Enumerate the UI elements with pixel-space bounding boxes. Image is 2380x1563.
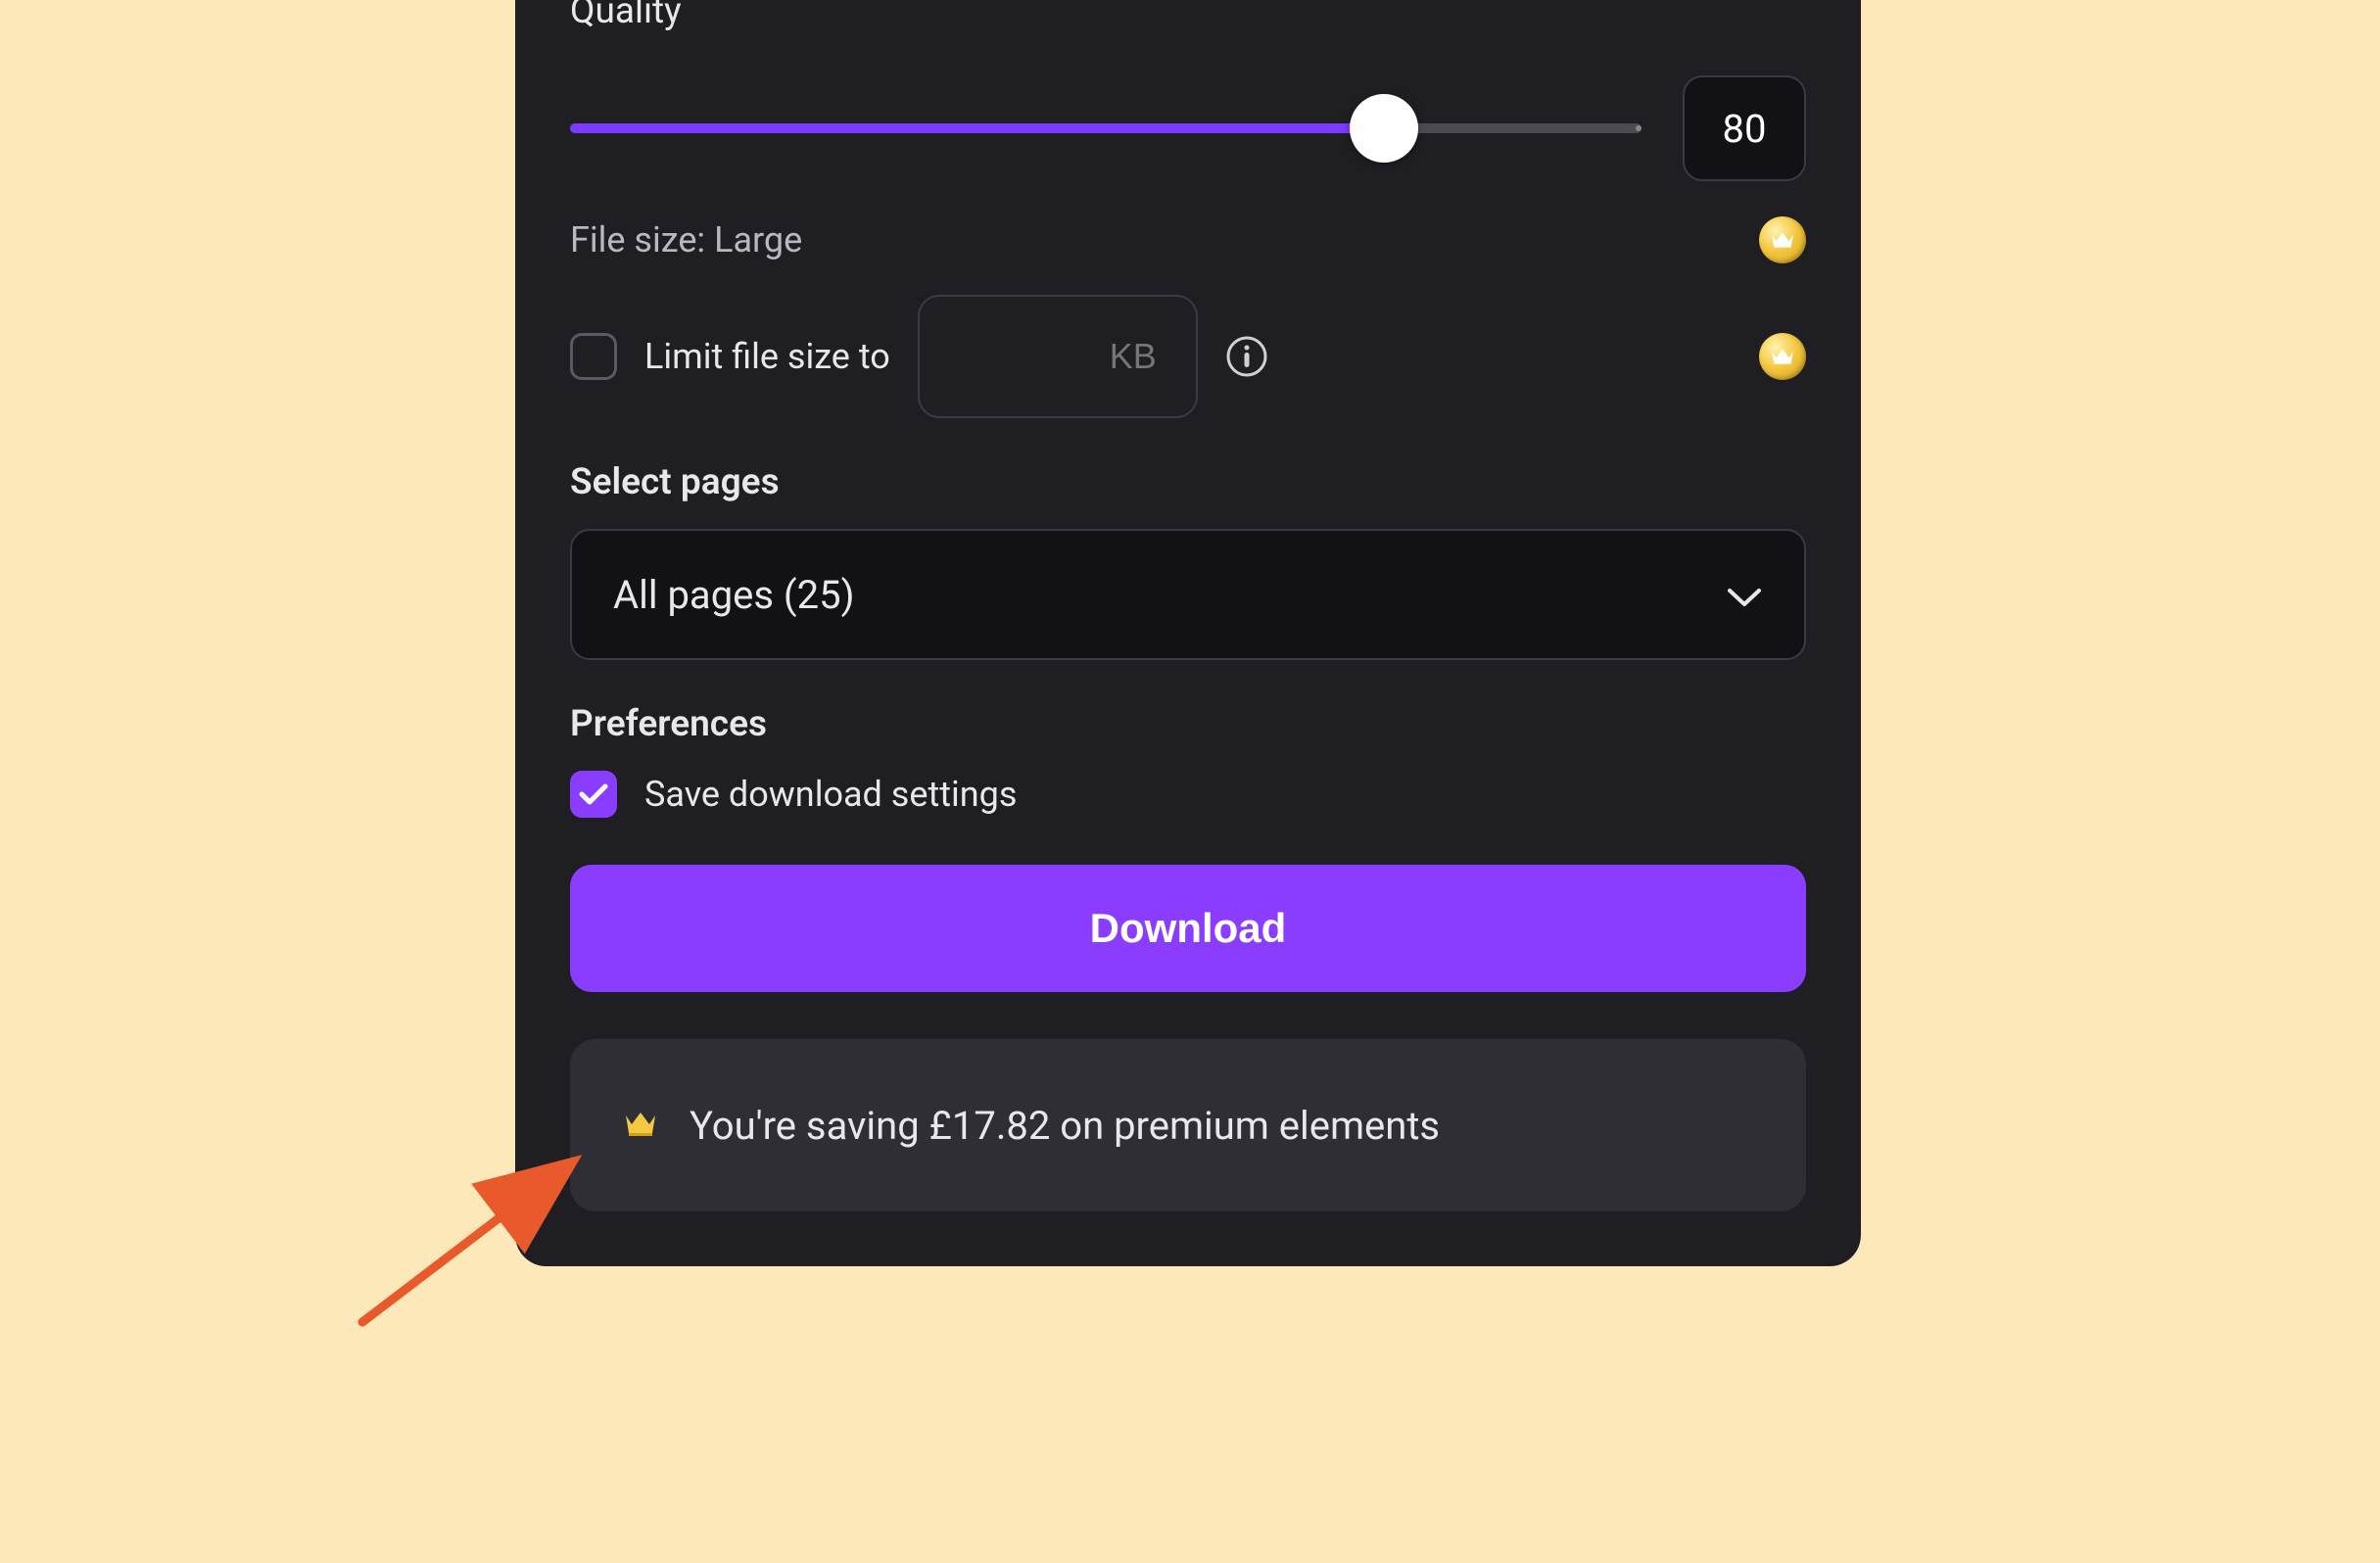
slider-thumb[interactable] [1350, 94, 1418, 163]
crown-icon [1759, 333, 1806, 380]
slider-end-dot [1636, 125, 1642, 131]
info-icon[interactable] [1225, 335, 1268, 378]
limit-file-size-row: Limit file size to [570, 295, 1806, 418]
save-settings-label: Save download settings [644, 774, 1017, 815]
download-button[interactable]: Download [570, 865, 1806, 992]
quality-label: Quality [570, 0, 1806, 32]
preferences-label: Preferences [570, 703, 1806, 745]
save-settings-checkbox[interactable] [570, 771, 617, 818]
limit-file-size-label: Limit file size to [644, 336, 890, 377]
crown-icon [623, 1110, 658, 1141]
limit-file-size-input[interactable] [918, 295, 1198, 418]
select-pages-value: All pages (25) [613, 572, 855, 618]
file-size-row: File size: Large [570, 216, 1806, 263]
slider-fill [570, 123, 1384, 133]
savings-text: You're saving £17.82 on premium elements [690, 1103, 1440, 1149]
download-panel: Quality 80 File size: Large Limit file s… [515, 0, 1861, 1266]
limit-left: Limit file size to [570, 295, 1268, 418]
limit-file-size-checkbox[interactable] [570, 333, 617, 380]
select-pages-label: Select pages [570, 461, 1806, 503]
quality-value-input[interactable]: 80 [1683, 75, 1806, 181]
quality-slider[interactable] [570, 94, 1642, 163]
select-pages-dropdown[interactable]: All pages (25) [570, 529, 1806, 660]
crown-icon [1759, 216, 1806, 263]
save-settings-row: Save download settings [570, 771, 1806, 818]
quality-row: 80 [570, 75, 1806, 181]
savings-card: You're saving £17.82 on premium elements [570, 1039, 1806, 1211]
chevron-down-icon [1726, 572, 1763, 618]
file-size-label: File size: Large [570, 219, 802, 260]
